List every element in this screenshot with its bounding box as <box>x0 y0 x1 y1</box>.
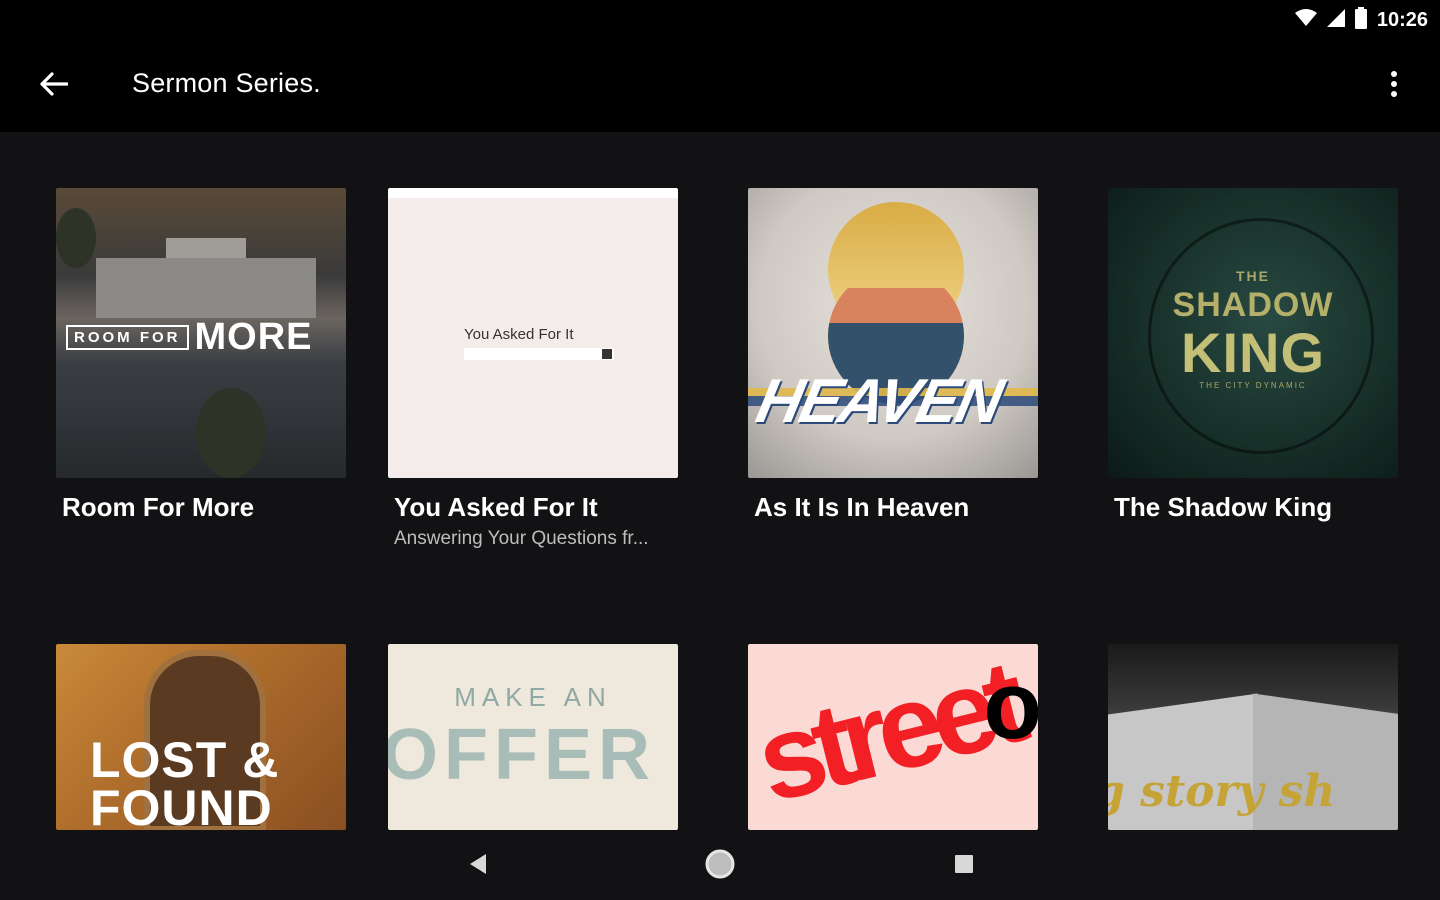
series-artwork: MAKE AN OFFER <box>388 644 678 830</box>
series-artwork: ROOM FOR MORE <box>56 188 346 478</box>
more-options-button[interactable] <box>1370 62 1418 110</box>
series-artwork: THE SHADOW KING THE CITY DYNAMIC <box>1108 188 1398 478</box>
series-artwork: LOST & FOUND <box>56 644 346 830</box>
status-bar: 10:26 <box>0 0 1440 40</box>
page-title: Sermon Series. <box>132 68 321 98</box>
wifi-icon <box>1294 8 1317 32</box>
app-bar: Sermon Series. <box>0 40 1440 132</box>
artwork-title: You Asked For It <box>464 326 574 343</box>
series-title: As It Is In Heaven <box>754 492 970 522</box>
series-title: The Shadow King <box>1114 492 1333 522</box>
system-nav-bar <box>0 830 1440 900</box>
series-card-room-for-more[interactable]: ROOM FOR MORE Room For More <box>56 188 346 522</box>
series-card-street[interactable]: street o <box>748 644 1038 830</box>
nav-back-button[interactable] <box>458 846 498 886</box>
series-card-as-it-is-in-heaven[interactable]: HEAVEN As It Is In Heaven <box>748 188 1038 522</box>
circle-home-icon <box>705 849 735 884</box>
artwork-title: LOST & FOUND <box>90 732 280 830</box>
series-artwork: You Asked For It <box>388 188 678 478</box>
series-title: You Asked For It <box>394 492 598 522</box>
back-button[interactable] <box>30 62 78 110</box>
series-artwork: g story sh <box>1108 644 1398 830</box>
arrow-left-icon <box>40 71 69 101</box>
artwork-title: ROOM FOR MORE <box>66 316 313 359</box>
status-time: 10:26 <box>1376 8 1428 31</box>
series-artwork: street o <box>748 644 1038 830</box>
series-card-story[interactable]: g story sh <box>1108 644 1398 830</box>
nav-recents-button[interactable] <box>944 846 984 886</box>
series-artwork: HEAVEN <box>748 188 1038 478</box>
series-card-you-asked-for-it[interactable]: You Asked For It You Asked For It Answer… <box>388 188 678 549</box>
status-icons: 10:26 <box>1294 6 1428 34</box>
series-card-the-shadow-king[interactable]: THE SHADOW KING THE CITY DYNAMIC The Sha… <box>1108 188 1398 522</box>
series-card-make-an-offer[interactable]: MAKE AN OFFER <box>388 644 678 830</box>
battery-icon <box>1354 6 1367 34</box>
artwork-title: HEAVEN <box>750 367 1008 436</box>
signal-icon <box>1326 8 1345 32</box>
series-card-lost-and-found[interactable]: LOST & FOUND <box>56 644 346 830</box>
series-subtitle: Answering Your Questions fr... <box>394 528 649 549</box>
more-vert-icon <box>1390 70 1398 103</box>
triangle-back-icon <box>468 853 488 880</box>
nav-home-button[interactable] <box>700 846 740 886</box>
square-recents-icon <box>954 854 974 879</box>
series-title: Room For More <box>62 492 255 522</box>
